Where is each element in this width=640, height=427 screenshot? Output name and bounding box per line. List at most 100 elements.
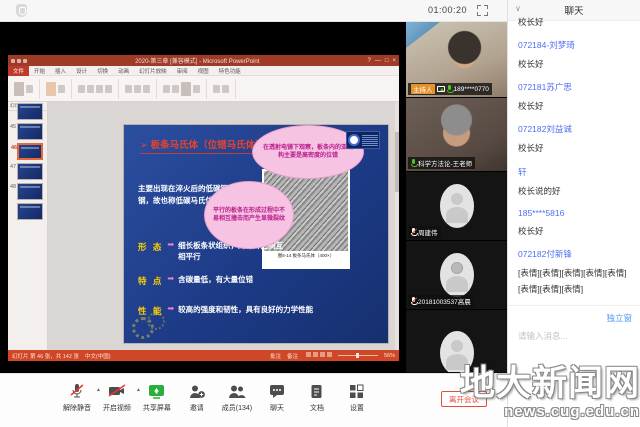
chat-message: 072184-刘梦琦 校长好 [518,39,634,72]
invite-person-icon [189,382,205,400]
mic-muted-icon [411,228,416,236]
document-icon [310,382,323,400]
participant-name: 周建伟 [418,227,438,237]
chat-message: 轩 校长说的好 [518,166,634,199]
slide-thumbnail-46-selected[interactable]: 46 [17,143,43,160]
camera-options-caret-icon[interactable]: ▲ [136,387,141,393]
zoom-slider[interactable] [338,355,378,356]
chat-message: 072182付新锋 [表情][表情][表情][表情][表情][表情][表情][表… [518,248,634,297]
tab-home[interactable]: 开始 [29,67,50,75]
meeting-top-bar: 01:00:20 [0,0,507,22]
help-button[interactable]: ? [368,58,371,64]
message-sender: 072182刘益诚 [518,123,634,135]
popout-chat-link[interactable]: 独立窗 [606,312,632,324]
tab-features[interactable]: 特色功能 [214,67,246,75]
comments-button[interactable]: 批注 [270,352,281,360]
unmute-button[interactable]: 解除静音 ▲ [62,382,92,413]
video-participant-4[interactable]: 20181003537高晨 [406,241,507,310]
arrow-icon: ➡ [167,241,174,249]
language-indicator[interactable]: 中文(中国) [85,352,111,360]
video-teacher[interactable]: 科学方法论-王老师 [406,98,507,172]
powerpoint-window: 2020-第三章 [兼容模式] - Microsoft PowerPoint ?… [8,55,399,361]
thumbnail-scrollbar[interactable] [395,102,399,350]
notes-button[interactable]: 备注 [287,352,298,360]
docs-button[interactable]: 文档 [302,382,332,413]
slide-thumbnail-44-partial[interactable] [17,103,43,120]
ribbon-toolbar[interactable] [8,76,399,102]
share-screen-button[interactable]: 共享屏幕 [142,382,172,413]
font-group-icon[interactable] [78,79,119,99]
arrow-icon: ➡ [167,305,174,313]
quick-access-toolbar[interactable] [11,59,27,63]
chat-message: 185****5816 校长好 [518,208,634,239]
start-video-button[interactable]: 开启视频 ▲ [102,382,132,413]
tab-transitions[interactable]: 切换 [92,67,113,75]
chat-message-list[interactable]: 校长好 072184-刘梦琦 校长好 072181苏广思 校长好 072182刘… [518,14,634,306]
participant-name: 科学方法论-王老师 [418,158,472,168]
chat-input[interactable]: 请输入消息... [518,330,568,342]
video-host[interactable]: 主持人 189****0770 [406,22,507,98]
tab-insert[interactable]: 插入 [50,67,71,75]
clipboard-group-icon[interactable] [14,79,40,99]
thumb-number: 46 [11,145,17,151]
minimize-button[interactable]: — [375,58,381,64]
leave-meeting-button[interactable]: 离开会议 [441,391,487,407]
mic-muted-icon [411,297,416,305]
host-name-bar: 主持人 189****0770 [408,83,492,95]
slide-canvas: ➢ 板条马氏体（位错马氏体） 在透射电镜下观察，板条内的亚结构主要是高密度的位错… [124,125,388,343]
maximize-button[interactable]: □ [385,58,389,64]
fullscreen-icon[interactable] [477,5,488,16]
message-text: 校长好 [518,223,634,239]
drawing-group-icon[interactable] [163,79,207,99]
video-participant-3[interactable]: 周建伟 [406,172,507,241]
tab-review[interactable]: 审阅 [172,67,193,75]
row-label: 形 态 [138,241,163,253]
camera-off-icon [108,382,126,400]
screenshare-icon [437,86,445,92]
button-label: 文档 [310,403,324,413]
mic-on-icon [447,85,452,93]
window-controls: ? — □ × [368,58,396,64]
tab-file[interactable]: 文件 [8,66,29,76]
row-label: 特 点 [138,275,163,287]
meeting-toolbar: 解除静音 ▲ 开启视频 ▲ 共享屏幕 邀请 [0,373,507,427]
tab-view[interactable]: 视图 [193,67,214,75]
button-label: 成员(134) [222,403,252,413]
slide-thumbnail-48[interactable]: 48 [17,183,43,200]
thumb-number: 48 [10,184,16,190]
invite-button[interactable]: 邀请 [182,382,212,413]
host-badge: 主持人 [411,84,435,94]
callout-bubble-2: 平行的板条在形成过程中不易相互撞击而产生显微裂纹 [204,181,294,249]
message-sender: 072184-刘梦琦 [518,39,634,51]
meeting-app-window: 01:00:20 2020-第三章 [兼容模式] - Microsoft Pow… [0,0,640,427]
tab-animations[interactable]: 动画 [113,67,134,75]
slides-group-icon[interactable] [46,79,72,99]
button-label: 开启视频 [103,403,131,413]
view-buttons[interactable] [304,352,332,359]
tab-slideshow[interactable]: 幻灯片放映 [134,67,172,75]
tab-design[interactable]: 设计 [71,67,92,75]
gear-decoration [132,317,154,339]
participant-video-strip: 主持人 189****0770 科学方法论-王老师 周建伟 2018100 [406,22,507,373]
slide-thumbnail-panel[interactable]: 幻灯片 大纲 45 46 47 48 [8,102,48,350]
slide-thumbnail-49-partial[interactable] [17,203,43,220]
chat-bubble-icon [269,382,285,400]
editing-group-icon[interactable] [213,79,236,99]
zoom-level[interactable]: 56% [384,353,395,359]
close-button[interactable]: × [392,58,396,64]
slide-thumbnail-45[interactable]: 45 [17,123,43,140]
security-shield-icon[interactable] [16,4,27,17]
message-sender: 072182付新锋 [518,248,634,260]
message-text: 校长好 [518,98,634,114]
video-participant-5-partial[interactable] [406,310,507,372]
chevron-down-icon[interactable]: ∨ [515,4,521,13]
slide-thumbnail-47[interactable]: 47 [17,163,43,180]
members-button[interactable]: 成员(134) [222,382,252,413]
settings-grid-icon [349,382,364,400]
message-text: 校长好 [518,56,634,72]
settings-button[interactable]: 设置 [342,382,372,413]
chat-button[interactable]: 聊天 [262,382,292,413]
mic-options-caret-icon[interactable]: ▲ [96,387,101,393]
powerpoint-window-title: 2020-第三章 [兼容模式] - Microsoft PowerPoint [27,56,368,65]
paragraph-group-icon[interactable] [125,79,157,99]
